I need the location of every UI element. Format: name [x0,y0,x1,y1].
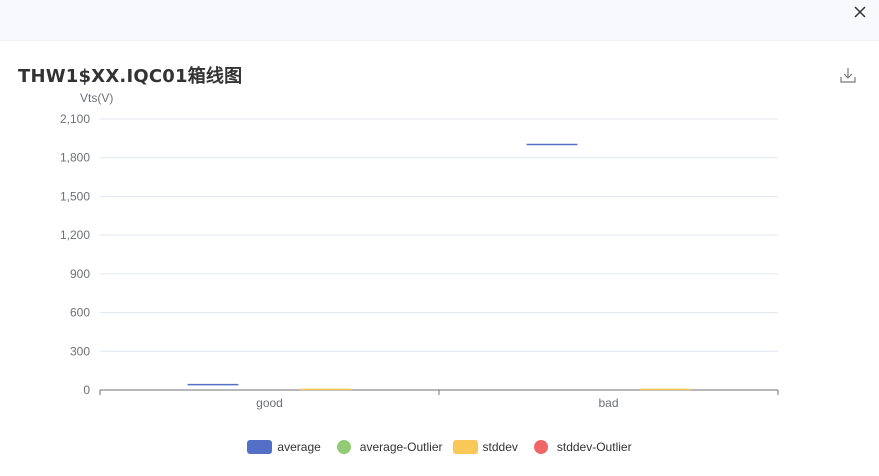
box-marks [187,143,691,391]
legend-label: stddev-Outlier [556,440,632,454]
legend-label: average [277,440,321,454]
legend: average average-Outlier stddev stddev-Outli… [0,437,879,457]
x-axis: good bad [99,389,779,410]
y-tick-label: 1,800 [60,151,90,165]
grid-lines [100,118,778,352]
legend-swatch [533,440,548,454]
legend-label: average-Outlier [359,440,443,454]
y-tick-label: 2,100 [60,112,90,126]
legend-item-average[interactable]: average [247,440,321,454]
legend-swatch [452,440,478,454]
y-tick-label: 900 [70,267,90,281]
x-tick-label: good [256,396,283,410]
y-tick-label: 1,200 [60,228,90,242]
y-tick-label: 300 [70,344,90,358]
y-axis: 0 300 600 900 1,200 1,500 1,800 2,100 [60,112,90,397]
legend-swatch [247,440,273,454]
legend-swatch [336,440,351,454]
legend-label: stddev [482,440,518,454]
legend-item-average-Outlier[interactable]: average-Outlier [331,440,443,454]
y-axis-label: Vts(V) [80,91,113,105]
legend-item-stddev-Outlier[interactable]: stddev-Outlier [528,440,632,454]
legend-item-stddev[interactable]: stddev [452,440,518,454]
y-tick-label: 0 [83,383,90,397]
y-tick-label: 600 [70,306,90,320]
boxplot-chart: 0 300 600 900 1,200 1,500 1,800 2,100 Vts(V) go… [60,91,779,410]
x-tick-label: bad [598,396,618,410]
y-tick-label: 1,500 [60,189,90,203]
